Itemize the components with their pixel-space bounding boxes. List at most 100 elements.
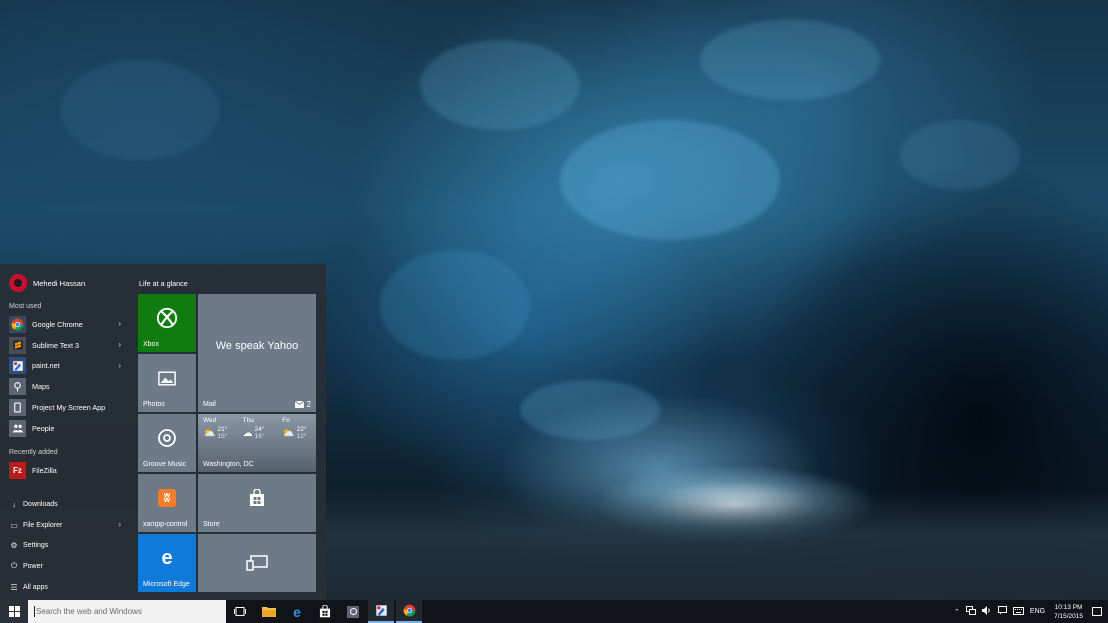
app-google-chrome[interactable]: Google Chrome › bbox=[0, 314, 130, 335]
partly-cloudy-icon: ⛅ bbox=[282, 427, 295, 439]
forecast-day: Wed ⛅ 21° 15° bbox=[198, 417, 240, 440]
clock-time: 10:13 PM bbox=[1054, 603, 1083, 611]
app-label: Sublime Text 3 bbox=[32, 340, 80, 350]
nav-label: All apps bbox=[23, 583, 48, 591]
forecast-day: Thu ☁ 24° 16° bbox=[240, 417, 280, 440]
speaker-icon[interactable] bbox=[981, 606, 992, 617]
nav-file-explorer[interactable]: ▭ File Explorer › bbox=[0, 515, 130, 536]
keyboard-icon[interactable] bbox=[1012, 606, 1024, 617]
app-project-my-screen[interactable]: Project My Screen App bbox=[0, 397, 130, 418]
app-maps[interactable]: Maps bbox=[0, 376, 130, 397]
forecast-low: 16° bbox=[254, 433, 265, 440]
app-label: FileZilla bbox=[32, 465, 57, 475]
forecast-high: 22° bbox=[296, 426, 307, 433]
tile-groove-music[interactable]: Groove Music bbox=[138, 414, 196, 472]
people-icon bbox=[9, 419, 26, 437]
nav-downloads[interactable]: ↓ Downloads bbox=[0, 494, 130, 515]
app-sublime-text[interactable]: Sublime Text 3 › bbox=[0, 335, 130, 356]
partly-cloudy-icon: ⛅ bbox=[203, 427, 216, 439]
tile-label: Mail bbox=[203, 401, 216, 408]
weather-forecast: Wed ⛅ 21° 15° Thu ☁ 24° 16° Fri ⛅ 22° 12… bbox=[198, 417, 316, 440]
windows-logo-icon bbox=[8, 606, 20, 617]
tile-weather[interactable]: Wed ⛅ 21° 15° Thu ☁ 24° 16° Fri ⛅ 22° 12… bbox=[198, 414, 316, 472]
chevron-right-icon[interactable]: › bbox=[118, 361, 121, 370]
nav-label: Downloads bbox=[23, 500, 58, 508]
forecast-day-name: Wed bbox=[203, 417, 217, 424]
tile-xampp-control[interactable]: ʬ xampp-control bbox=[138, 474, 196, 532]
chevron-right-icon[interactable]: › bbox=[118, 340, 121, 349]
app-paint-net[interactable]: paint.net › bbox=[0, 356, 130, 377]
tile-label: Photos bbox=[143, 401, 165, 408]
paintnet-icon bbox=[9, 357, 26, 375]
tile-devices[interactable] bbox=[198, 534, 316, 592]
app-people[interactable]: People bbox=[0, 418, 130, 439]
xbox-icon bbox=[138, 294, 196, 342]
mail-headline: We speak Yahoo bbox=[215, 340, 299, 352]
notifications-icon[interactable] bbox=[1092, 607, 1102, 616]
recently-added-list: Fz FileZilla bbox=[0, 460, 130, 481]
forecast-day-name: Fri bbox=[282, 417, 290, 424]
envelope-icon bbox=[294, 401, 304, 408]
forecast-low: 12° bbox=[296, 433, 307, 440]
nav-settings[interactable]: ⚙ Settings bbox=[0, 535, 130, 556]
clock-date: 7/15/2015 bbox=[1054, 612, 1083, 620]
tile-label: Groove Music bbox=[143, 461, 187, 468]
store-icon bbox=[319, 605, 331, 618]
forecast-day: Fri ⛅ 22° 12° bbox=[279, 417, 316, 440]
user-avatar bbox=[9, 274, 27, 292]
project-screen-icon bbox=[9, 399, 26, 417]
chevron-right-icon[interactable]: › bbox=[118, 319, 121, 328]
chevron-right-icon[interactable]: › bbox=[118, 520, 121, 529]
tile-label: xampp-control bbox=[143, 521, 188, 528]
folder-icon bbox=[262, 607, 276, 617]
store-taskbar-button[interactable] bbox=[312, 600, 338, 623]
tile-xbox[interactable]: Xbox bbox=[138, 294, 196, 352]
photos-icon bbox=[138, 354, 196, 402]
network-icon[interactable] bbox=[965, 606, 976, 617]
search-input[interactable] bbox=[35, 601, 216, 622]
forecast-high: 21° bbox=[217, 426, 228, 433]
folder-icon: ▭ bbox=[10, 520, 18, 530]
xampp-icon: ʬ bbox=[138, 474, 196, 522]
system-tray: ⌃ ENG 10:13 PM 7/15/2015 bbox=[951, 600, 1108, 623]
maps-icon bbox=[9, 378, 26, 396]
sublime-icon bbox=[9, 336, 26, 354]
start-menu: Mehedi Hassan Most used Google Chrome › … bbox=[0, 264, 326, 600]
tile-store[interactable]: Store bbox=[198, 474, 316, 532]
mail-badge: 2 bbox=[294, 400, 311, 409]
paintnet-taskbar-button[interactable] bbox=[368, 600, 394, 623]
user-name: Mehedi Hassan bbox=[33, 278, 86, 288]
most-used-list: Google Chrome › Sublime Text 3 › paint.n… bbox=[0, 314, 130, 439]
screen-app-icon bbox=[347, 605, 359, 618]
app-label: People bbox=[32, 423, 55, 433]
action-center-message-icon[interactable] bbox=[997, 606, 1007, 617]
mail-unread-count: 2 bbox=[306, 400, 311, 409]
file-explorer-taskbar-button[interactable] bbox=[256, 600, 282, 623]
tile-photos[interactable]: Photos bbox=[138, 354, 196, 412]
filezilla-icon: Fz bbox=[9, 461, 26, 479]
tile-microsoft-edge[interactable]: e Microsoft Edge bbox=[138, 534, 196, 592]
power-icon: ⏻ bbox=[10, 561, 18, 571]
tile-label: Microsoft Edge bbox=[143, 581, 190, 588]
recently-added-heading: Recently added bbox=[9, 449, 58, 456]
all-apps-icon: ☰ bbox=[10, 582, 18, 592]
chrome-icon bbox=[403, 604, 415, 617]
input-language-indicator[interactable]: ENG bbox=[1030, 608, 1045, 615]
clock[interactable]: 10:13 PM 7/15/2015 bbox=[1054, 603, 1083, 621]
edge-taskbar-button[interactable]: e bbox=[284, 600, 310, 623]
nav-all-apps[interactable]: ☰ All apps bbox=[0, 577, 130, 598]
nav-power[interactable]: ⏻ Power bbox=[0, 556, 130, 577]
system-places-list: ↓ Downloads ▭ File Explorer › ⚙ Settings… bbox=[0, 494, 130, 597]
app-filezilla[interactable]: Fz FileZilla bbox=[0, 460, 130, 481]
screen-app-taskbar-button[interactable] bbox=[340, 600, 366, 623]
tile-label: Xbox bbox=[143, 341, 159, 348]
groove-music-icon bbox=[138, 414, 196, 462]
tile-label: Store bbox=[203, 521, 220, 528]
task-view-button[interactable] bbox=[227, 600, 253, 623]
search-box[interactable] bbox=[28, 600, 226, 623]
chrome-taskbar-button[interactable] bbox=[396, 600, 422, 623]
user-account-button[interactable]: Mehedi Hassan bbox=[9, 273, 85, 293]
start-button[interactable] bbox=[0, 600, 28, 623]
show-hidden-icons-chevron-up-icon[interactable]: ⌃ bbox=[954, 608, 960, 616]
tile-mail[interactable]: We speak Yahoo Mail 2 bbox=[198, 294, 316, 412]
